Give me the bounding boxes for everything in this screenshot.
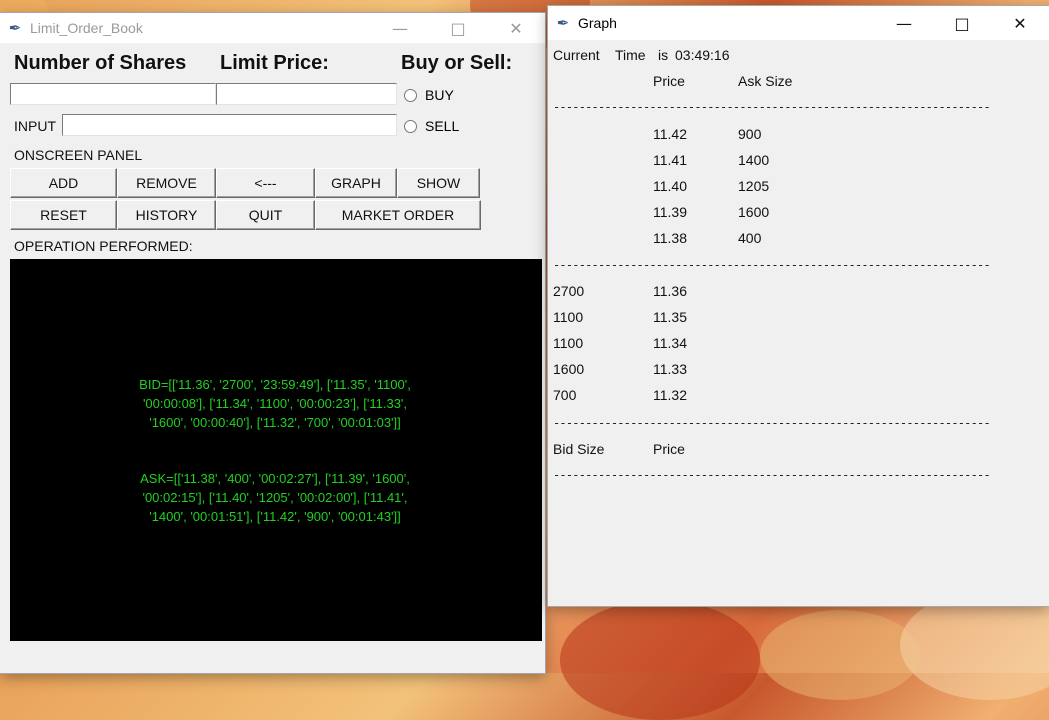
divider: ----------------------------------------… [553, 258, 991, 272]
maximize-icon[interactable]: □ [933, 6, 991, 40]
minimize-icon[interactable]: — [371, 13, 429, 43]
bid-size: 1100 [553, 309, 584, 325]
operation-performed-label: OPERATION PERFORMED: [14, 238, 193, 254]
close-icon[interactable]: ✕ [991, 6, 1049, 40]
ask-line: '00:02:15'], ['11.40', '1205', '00:02:00… [142, 490, 408, 505]
feather-icon: ✒ [556, 14, 570, 32]
ask-size: 1205 [738, 178, 770, 194]
ask-size: 1600 [738, 204, 770, 220]
ask-size-header: Ask Size [738, 73, 793, 89]
add-button[interactable]: ADD [10, 168, 117, 198]
minimize-icon[interactable]: — [875, 6, 933, 40]
ask-size: 900 [738, 126, 762, 142]
back-button[interactable]: <--- [216, 168, 315, 198]
maximize-icon[interactable]: □ [429, 13, 487, 43]
bid-output: BID=[['11.36', '2700', '23:59:49'], ['11… [105, 375, 445, 432]
bid-size-header: Bid Size [553, 441, 605, 457]
close-icon[interactable]: ✕ [487, 13, 545, 43]
bid-price: 11.35 [653, 309, 687, 325]
divider: ----------------------------------------… [553, 468, 991, 482]
graph-window: ✒ Graph — □ ✕ Current Time is 03:49:16 P… [548, 6, 1049, 606]
reset-button[interactable]: RESET [10, 200, 117, 230]
limit-price-input[interactable] [216, 83, 397, 105]
bid-line: '1600', '00:00:40'], ['11.32', '700', '0… [149, 415, 401, 430]
shares-label: Number of Shares [14, 52, 187, 74]
bid-line: '00:00:08'], ['11.34', '1100', '00:00:23… [142, 396, 408, 411]
bid-price: 11.34 [653, 335, 687, 351]
title-bar: ✒ Graph — □ ✕ [548, 6, 1049, 40]
divider: ----------------------------------------… [553, 100, 991, 114]
output-console: BID=[['11.36', '2700', '23:59:49'], ['11… [10, 259, 542, 641]
sell-radio-label: SELL [425, 118, 460, 134]
ask-price: 11.38 [653, 230, 687, 246]
buy-radio[interactable]: BUY [404, 87, 454, 103]
graph-button[interactable]: GRAPH [315, 168, 397, 198]
ask-size: 400 [738, 230, 762, 246]
bid-size: 2700 [553, 283, 585, 299]
current-time-value: 03:49:16 [675, 47, 730, 63]
buy-or-sell-label: Buy or Sell: [401, 52, 513, 74]
title-bar: ✒ Limit_Order_Book — □ ✕ [0, 13, 545, 43]
bid-size: 1600 [553, 361, 585, 377]
history-button[interactable]: HISTORY [117, 200, 216, 230]
bid-size: 1100 [553, 335, 584, 351]
sell-radio[interactable]: SELL [404, 118, 459, 134]
ask-line: '1400', '00:01:51'], ['11.42', '900', '0… [149, 509, 401, 524]
is-label: is [658, 47, 669, 63]
radio-circle-icon [404, 88, 417, 102]
ask-price: 11.40 [653, 178, 687, 194]
ask-output: ASK=[['11.38', '400', '00:02:27'], ['11.… [105, 469, 445, 526]
window-title: Limit_Order_Book [30, 20, 143, 36]
window-title: Graph [578, 15, 617, 31]
divider: ----------------------------------------… [553, 416, 991, 430]
bid-line: BID=[['11.36', '2700', '23:59:49'], ['11… [139, 377, 411, 392]
bid-price: 11.33 [653, 361, 687, 377]
onscreen-panel-label: ONSCREEN PANEL [14, 147, 143, 163]
bid-price-header: Price [653, 441, 685, 457]
input-field[interactable] [62, 114, 397, 136]
quit-button[interactable]: QUIT [216, 200, 315, 230]
limit-order-book-window: ✒ Limit_Order_Book — □ ✕ Number of Share… [0, 13, 545, 673]
show-button[interactable]: SHOW [397, 168, 480, 198]
market-order-button[interactable]: MARKET ORDER [315, 200, 481, 230]
ask-price: 11.42 [653, 126, 687, 142]
buy-radio-label: BUY [425, 87, 454, 103]
ask-price-header: Price [653, 73, 685, 89]
time-label: Time [615, 47, 646, 63]
input-label: INPUT [14, 118, 56, 134]
feather-icon: ✒ [8, 19, 22, 37]
bid-price: 11.36 [653, 283, 687, 299]
radio-circle-icon [404, 119, 417, 133]
limit-price-label: Limit Price: [220, 52, 329, 74]
remove-button[interactable]: REMOVE [117, 168, 216, 198]
ask-line: ASK=[['11.38', '400', '00:02:27'], ['11.… [140, 471, 410, 486]
ask-price: 11.41 [653, 152, 687, 168]
ask-size: 1400 [738, 152, 770, 168]
bid-size: 700 [553, 387, 577, 403]
ask-price: 11.39 [653, 204, 687, 220]
current-label: Current [553, 47, 600, 63]
bid-price: 11.32 [653, 387, 687, 403]
shares-input[interactable] [10, 83, 216, 105]
